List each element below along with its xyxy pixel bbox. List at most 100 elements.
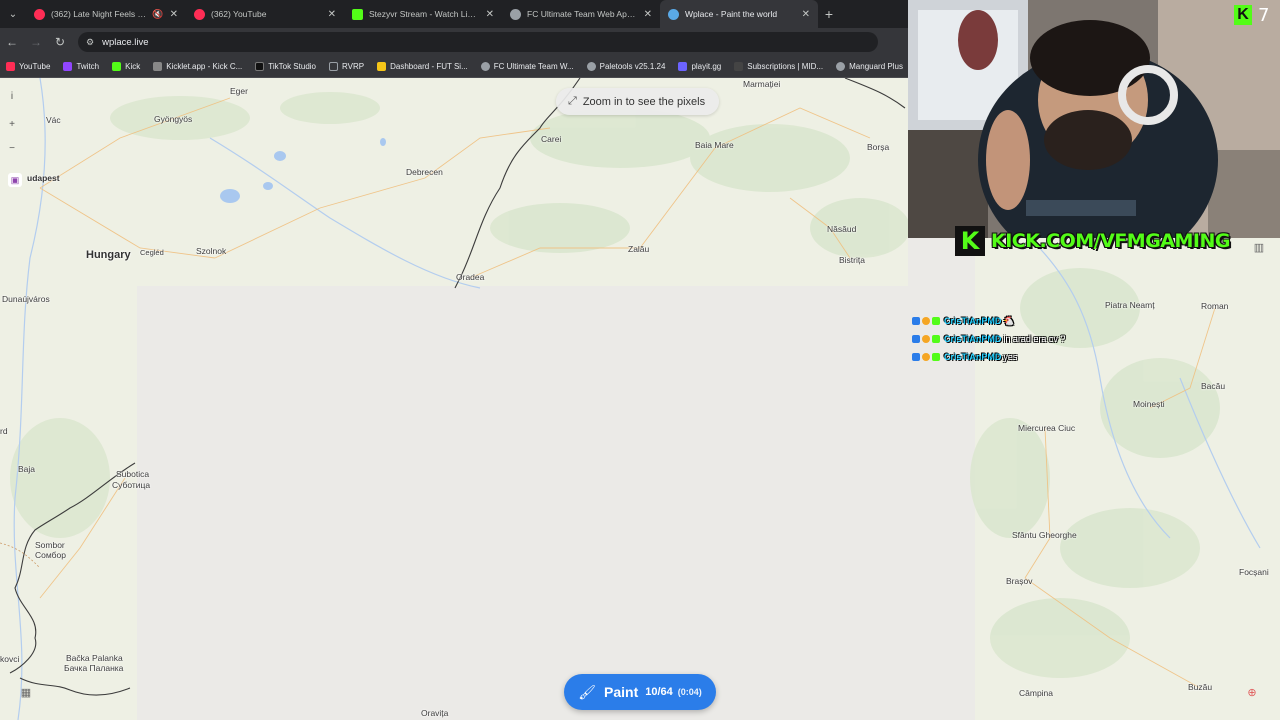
- chat-text: in arad era cv ?: [1003, 334, 1066, 344]
- viewer-count: 7: [1258, 4, 1270, 26]
- place-label: kovci: [0, 654, 20, 664]
- kick-logo-icon: K: [955, 226, 985, 256]
- bookmark-twitch[interactable]: Twitch: [63, 62, 99, 71]
- twitch-icon: [63, 62, 73, 71]
- close-icon[interactable]: ✕: [486, 9, 494, 20]
- place-label: Miercurea Ciuc: [1018, 423, 1076, 433]
- kicklet-icon: [153, 62, 163, 71]
- bookmark-kicklet[interactable]: Kicklet.app - Kick C...: [153, 62, 242, 71]
- zoom-icon: ⤢: [568, 95, 577, 107]
- bookmark-label: RVRP: [342, 62, 365, 71]
- place-label: Dunaújváros: [2, 294, 50, 304]
- bookmark-manguard[interactable]: Manguard Plus: [836, 62, 903, 71]
- tab-strip: ⌄ (362) Late Night Feels Playl 🔇 ✕ (362)…: [0, 0, 910, 28]
- tab-youtube-playlist[interactable]: (362) Late Night Feels Playl 🔇 ✕: [26, 0, 186, 28]
- place-label: Buzău: [1188, 682, 1213, 692]
- paint-charges: 10/64: [645, 686, 673, 698]
- forward-button[interactable]: →: [24, 28, 48, 56]
- badge-icon: [932, 335, 940, 343]
- bookmark-futbin-dashboard[interactable]: Dashboard - FUT Si...: [377, 62, 468, 71]
- zoom-out-icon[interactable]: −: [4, 140, 20, 156]
- address-bar[interactable]: ⚙ wplace.live: [78, 32, 878, 52]
- place-label: Baia Mare: [695, 140, 734, 150]
- place-label: Brașov: [1006, 576, 1033, 586]
- speaker-icon[interactable]: 🔇: [152, 9, 163, 20]
- place-label: Cegléd: [140, 248, 164, 257]
- webcam-overlay: [908, 0, 1280, 238]
- bookmark-folder-rvrp[interactable]: RVRP: [329, 62, 364, 71]
- close-icon[interactable]: ✕: [644, 9, 652, 20]
- place-label: udapest: [27, 173, 60, 183]
- badge-icon: [912, 317, 920, 325]
- bookmark-label: Twitch: [76, 62, 100, 71]
- locate-icon[interactable]: ⊕: [1244, 684, 1260, 700]
- place-label: Sfântu Gheorghe: [1012, 530, 1077, 540]
- place-label: Oradea: [456, 272, 485, 282]
- place-label: Focșani: [1239, 567, 1269, 577]
- tab-fc-ultimate-team[interactable]: FC Ultimate Team Web App - E ✕: [502, 0, 660, 28]
- chat-message: CrisTiAnPMD in arad era cv ?: [912, 330, 1065, 348]
- bookmark-paletools[interactable]: Paletools v25.1.24: [586, 62, 665, 71]
- globe-icon: [480, 62, 490, 71]
- tab-search-chevron-icon[interactable]: ⌄: [0, 0, 26, 28]
- badge-icon: [922, 353, 930, 361]
- chat-username: CrisTiAnPMD: [944, 316, 1002, 326]
- brush-icon: 🖌: [578, 683, 596, 700]
- kick-icon: [352, 8, 363, 20]
- tab-label: FC Ultimate Team Web App - E: [527, 9, 638, 19]
- tab-kick-stream[interactable]: Stezyvr Stream - Watch Live on ✕: [344, 0, 502, 28]
- paint-label: Paint: [604, 684, 639, 700]
- stream-chat: CrisTiAnPMD 🐔 CrisTiAnPMD in arad era cv…: [912, 312, 1065, 366]
- place-label: Piatra Neamț: [1105, 300, 1155, 310]
- place-label: Marmației: [743, 79, 781, 89]
- grid-icon[interactable]: ▥: [1251, 239, 1267, 255]
- bookmark-label: YouTube: [19, 62, 51, 71]
- tab-label: (362) YouTube: [211, 9, 267, 19]
- bookmark-kick[interactable]: Kick: [112, 62, 140, 71]
- tiktok-icon: [255, 62, 265, 71]
- place-label: Borșa: [867, 142, 890, 152]
- site-info-icon[interactable]: ⚙: [86, 37, 94, 48]
- place-label: Zalău: [628, 244, 650, 254]
- place-label: Bistrița: [839, 255, 865, 265]
- country-label: Hungary: [86, 249, 131, 261]
- tab-label: Stezyvr Stream - Watch Live on: [369, 9, 480, 19]
- tab-label: (362) Late Night Feels Playl: [51, 9, 149, 19]
- kick-url-banner: K KICK.COM/VFMGAMING: [955, 226, 1230, 256]
- bookmark-playit[interactable]: playit.gg: [678, 62, 721, 71]
- paint-timer: (0:04): [677, 687, 702, 697]
- tab-wplace[interactable]: Wplace - Paint the world ✕: [660, 0, 818, 28]
- bookmark-tiktok-studio[interactable]: TikTok Studio: [255, 62, 316, 71]
- back-button[interactable]: ←: [0, 28, 24, 56]
- reload-button[interactable]: ↻: [48, 28, 72, 56]
- screen: ⌄ (362) Late Night Feels Playl 🔇 ✕ (362)…: [0, 0, 1280, 720]
- folder-icon: [329, 62, 338, 71]
- place-label: Суботица: [112, 480, 151, 490]
- twitch-extension-icon[interactable]: ▣: [8, 173, 22, 187]
- url-text: wplace.live: [102, 36, 149, 48]
- badge-icon: [932, 353, 940, 361]
- close-icon[interactable]: ✕: [170, 9, 178, 20]
- bookmark-subscriptions[interactable]: Subscriptions | MID...: [734, 62, 823, 71]
- kick-logo-icon: K: [1234, 5, 1252, 25]
- zoom-in-icon[interactable]: +: [4, 116, 20, 132]
- chat-message: CrisTiAnPMD yes: [912, 348, 1065, 366]
- chat-text: yes: [1003, 352, 1018, 362]
- new-tab-button[interactable]: +: [818, 0, 840, 28]
- close-icon[interactable]: ✕: [328, 9, 336, 20]
- bookmark-fc-web-app[interactable]: FC Ultimate Team W...: [480, 62, 574, 71]
- place-label: Carei: [541, 134, 562, 144]
- badge-icon: [912, 353, 920, 361]
- badge-icon: [922, 317, 930, 325]
- bookmark-label: FC Ultimate Team W...: [493, 62, 574, 71]
- bookmark-youtube[interactable]: YouTube: [6, 62, 50, 71]
- place-label: Бачка Паланка: [64, 663, 124, 673]
- tab-youtube[interactable]: (362) YouTube ✕: [186, 0, 344, 28]
- info-icon[interactable]: i: [4, 88, 20, 104]
- layers-icon[interactable]: ▦: [18, 684, 34, 700]
- paint-button[interactable]: 🖌 Paint 10/64 (0:04): [564, 674, 716, 710]
- zoom-hint-pill: ⤢ Zoom in to see the pixels: [556, 88, 720, 115]
- youtube-icon: [6, 62, 15, 71]
- place-label: Oravița: [421, 708, 449, 718]
- close-icon[interactable]: ✕: [802, 9, 810, 20]
